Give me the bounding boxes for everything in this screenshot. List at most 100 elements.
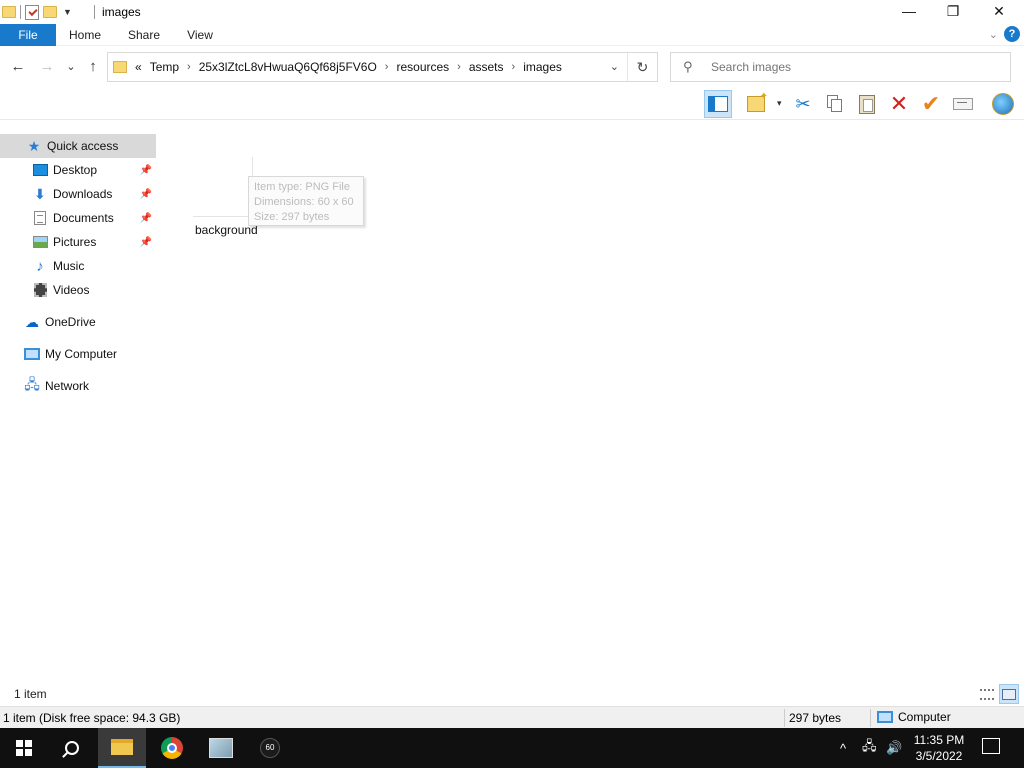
help-icon[interactable]: ? — [1004, 26, 1020, 42]
pin-icon[interactable]: 📌 — [140, 213, 152, 224]
status-size: 297 bytes — [789, 711, 842, 725]
delete-icon: ✕ — [889, 91, 909, 116]
app-icon — [209, 738, 233, 758]
expand-ribbon-icon[interactable]: ⌄ — [989, 28, 998, 41]
breadcrumb-assets[interactable]: assets — [469, 60, 504, 74]
cut-icon: ✂ — [795, 93, 811, 114]
folder-icon — [113, 61, 127, 73]
taskbar-media-app[interactable]: 60 — [246, 728, 294, 768]
volume-tray-button[interactable]: 🔊 — [886, 728, 902, 768]
chevron-right-icon[interactable]: › — [385, 61, 389, 73]
checkmark-icon: ✔ — [921, 91, 941, 116]
item-count: 1 item — [14, 687, 47, 701]
new-item-dropdown-icon[interactable]: ▾ — [777, 98, 782, 109]
checkmark-button[interactable]: ✔ — [917, 90, 945, 118]
tab-file[interactable]: File — [0, 24, 56, 46]
sidebar-item-downloads[interactable]: ⬇ Downloads 📌 — [0, 182, 156, 206]
window-title: images — [102, 5, 141, 19]
sidebar-item-my-computer[interactable]: My Computer — [0, 342, 156, 366]
sidebar-item-network[interactable]: 🖧 Network — [0, 374, 156, 398]
recent-locations-button[interactable]: ⌄ — [62, 58, 80, 76]
close-button[interactable]: ✕ — [976, 0, 1022, 22]
network-icon: 🖧 — [24, 376, 40, 392]
search-box[interactable]: ⚲ — [670, 52, 1011, 82]
chevron-right-icon[interactable]: › — [512, 61, 516, 73]
details-view-icon — [980, 688, 994, 700]
pin-icon[interactable]: 📌 — [140, 189, 152, 200]
chevron-right-icon[interactable]: › — [187, 61, 191, 73]
properties-icon[interactable] — [25, 4, 39, 20]
tab-view[interactable]: View — [180, 24, 220, 46]
minimize-button[interactable]: — — [886, 0, 932, 22]
ribbon-tabs: File Home Share View ⌄ ? — [0, 24, 1024, 46]
preview-pane-button[interactable] — [704, 90, 732, 118]
file-thumbnail[interactable] — [193, 157, 253, 217]
breadcrumb-images[interactable]: images — [523, 60, 562, 74]
rename-icon — [953, 98, 973, 110]
copy-icon — [827, 95, 843, 113]
search-icon — [65, 741, 79, 755]
cut-button[interactable]: ✂ — [789, 90, 817, 118]
taskbar-search-button[interactable] — [48, 728, 96, 768]
sidebar-item-desktop[interactable]: Desktop 📌 — [0, 158, 156, 182]
status-bar: 1 item (Disk free space: 94.3 GB) 297 by… — [0, 706, 1024, 728]
sidebar-item-pictures[interactable]: Pictures 📌 — [0, 230, 156, 254]
taskbar-chrome[interactable] — [148, 728, 196, 768]
rename-button[interactable] — [949, 90, 977, 118]
tab-home[interactable]: Home — [62, 24, 108, 46]
search-input[interactable] — [711, 60, 991, 74]
sidebar-item-label: Videos — [53, 283, 90, 297]
globe-button[interactable] — [989, 90, 1017, 118]
copy-button[interactable] — [821, 90, 849, 118]
breadcrumb-resources[interactable]: resources — [396, 60, 449, 74]
show-hidden-icons-button[interactable]: ^ — [840, 728, 846, 768]
divider — [20, 5, 21, 19]
network-tray-button[interactable]: 🖧 — [862, 728, 877, 768]
details-view-button[interactable] — [977, 684, 997, 704]
documents-icon — [34, 211, 46, 225]
forward-button[interactable]: → — [38, 58, 56, 76]
new-item-button[interactable] — [742, 90, 770, 118]
tooltip-item-type: Item type: PNG File — [254, 181, 350, 193]
navigation-bar: ← → ⌄ ↑ « Temp › 25x3lZtcL8vHwuaQ6Qf68j5… — [0, 50, 1024, 84]
computer-icon — [24, 348, 40, 360]
breadcrumb: « Temp › 25x3lZtcL8vHwuaQ6Qf68j5FV6O › r… — [135, 60, 562, 74]
breadcrumb-temp[interactable]: Temp — [150, 60, 179, 74]
breadcrumb-overflow[interactable]: « — [135, 60, 142, 74]
sidebar-item-label: OneDrive — [45, 315, 96, 329]
address-dropdown-button[interactable]: ⌄ — [610, 60, 619, 73]
delete-button[interactable]: ✕ — [885, 90, 913, 118]
refresh-button[interactable]: ↻ — [627, 53, 657, 81]
navigation-pane: ★ Quick access Desktop 📌 ⬇ Downloads 📌 D… — [0, 130, 157, 675]
pin-icon[interactable]: 📌 — [140, 237, 152, 248]
up-button[interactable]: ↑ — [84, 58, 102, 76]
back-button[interactable]: ← — [9, 58, 27, 76]
clock-date: 3/5/2022 — [915, 749, 963, 763]
command-toolbar: ✂ ✕ ✔ — [0, 88, 1024, 120]
sidebar-item-documents[interactable]: Documents 📌 — [0, 206, 156, 230]
chevron-right-icon[interactable]: › — [457, 61, 461, 73]
maximize-button[interactable]: ❐ — [930, 0, 976, 22]
globe-icon — [992, 93, 1014, 115]
search-icon: ⚲ — [683, 59, 693, 74]
taskbar-file-explorer[interactable] — [98, 728, 146, 768]
sidebar-item-videos[interactable]: Videos — [0, 278, 156, 302]
media-app-icon: 60 — [260, 738, 280, 758]
sidebar-item-onedrive[interactable]: ☁ OneDrive — [0, 310, 156, 334]
sidebar-item-music[interactable]: ♪ Music — [0, 254, 156, 278]
new-folder-icon[interactable] — [43, 6, 57, 18]
paste-button[interactable] — [853, 90, 881, 118]
address-bar[interactable]: « Temp › 25x3lZtcL8vHwuaQ6Qf68j5FV6O › r… — [107, 52, 658, 82]
tab-share[interactable]: Share — [122, 24, 166, 46]
large-icons-view-button[interactable] — [999, 684, 1019, 704]
notification-icon[interactable] — [982, 738, 1000, 754]
title-bar: ▼ images — ❐ ✕ — [0, 0, 1024, 24]
pin-icon[interactable]: 📌 — [140, 165, 152, 176]
customize-toolbar-icon[interactable]: ▼ — [63, 7, 72, 17]
start-button[interactable] — [0, 728, 48, 768]
taskbar-app[interactable] — [197, 728, 245, 768]
taskbar-clock[interactable]: 11:35 PM 3/5/2022 — [906, 732, 972, 764]
sidebar-item-quick-access[interactable]: ★ Quick access — [0, 134, 156, 158]
breadcrumb-folder[interactable]: 25x3lZtcL8vHwuaQ6Qf68j5FV6O — [199, 60, 377, 74]
status-location-label: Computer — [898, 710, 951, 724]
